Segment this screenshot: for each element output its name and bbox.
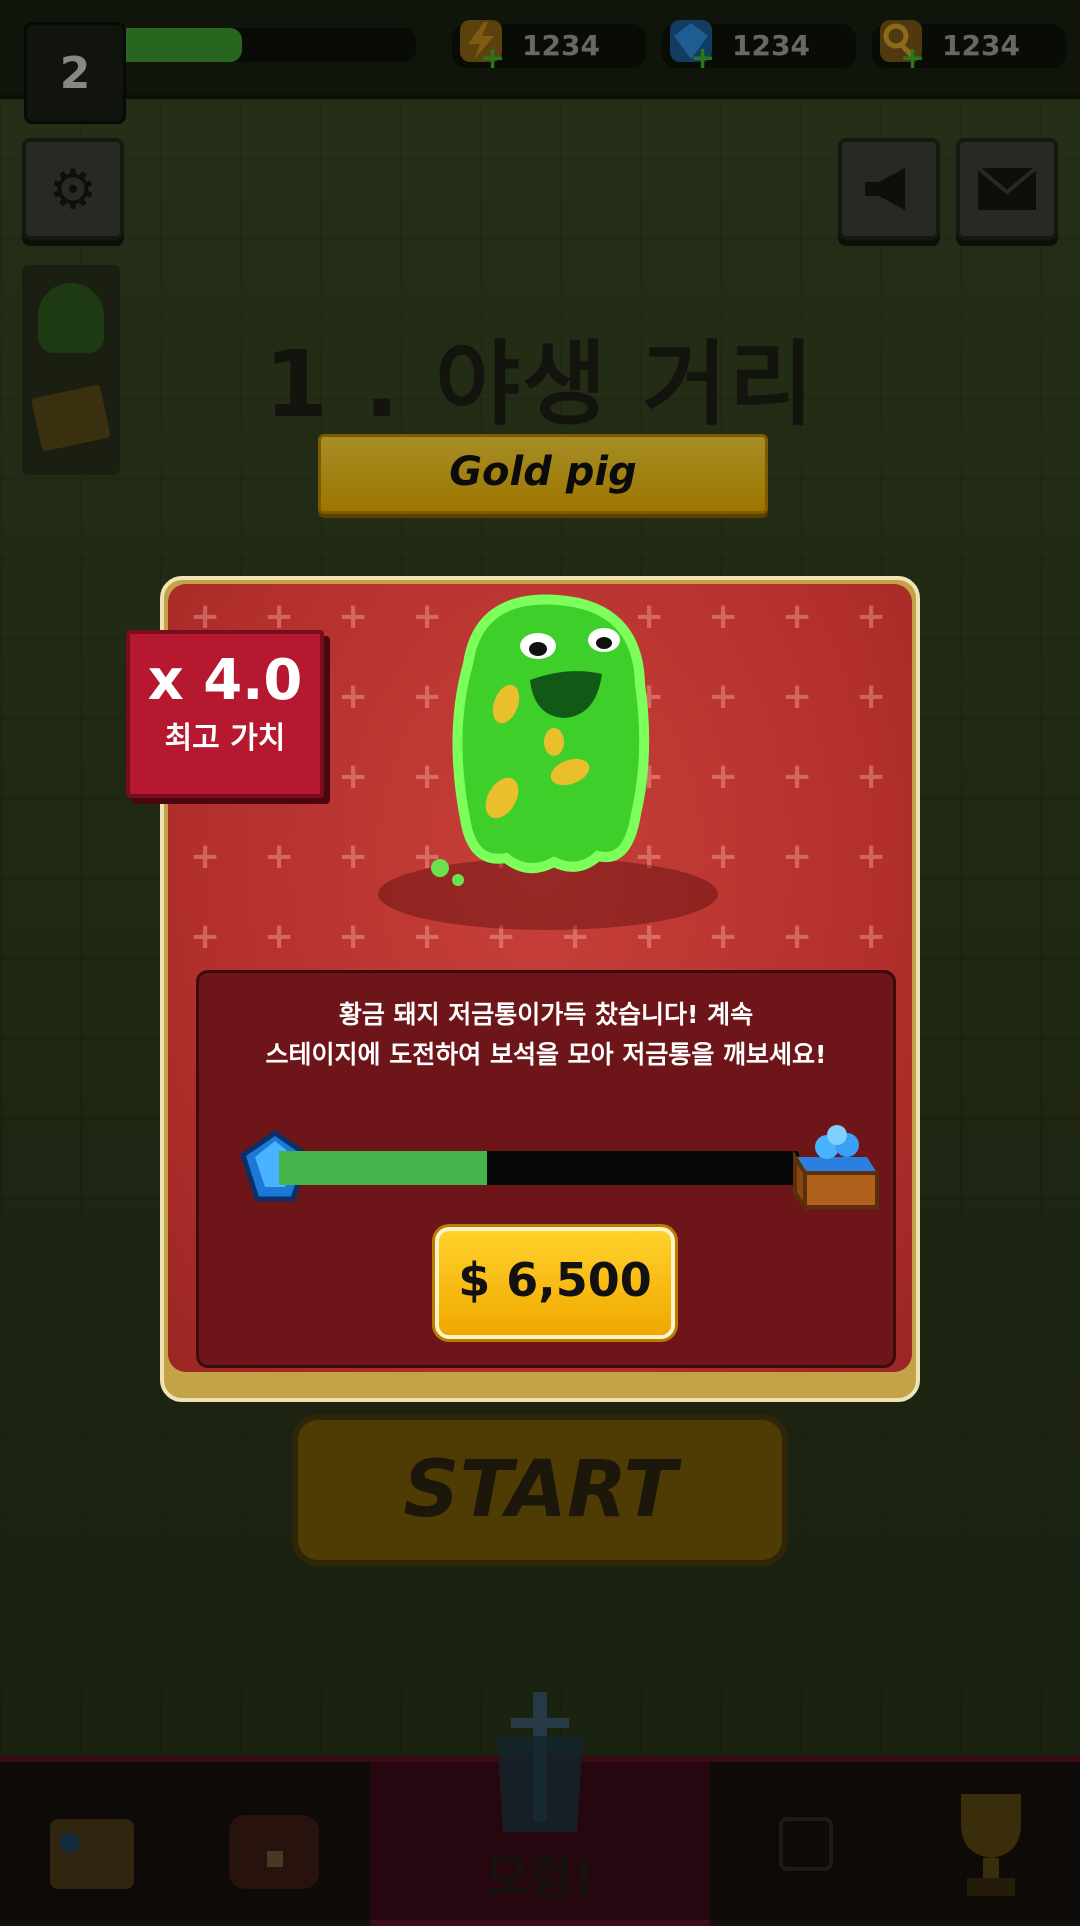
multiplier-badge: x 4.0 최고 가치 [126,630,324,798]
gem-crate-icon [793,1125,879,1213]
pattern-plus: + [264,916,295,957]
pattern-plus: + [338,596,369,637]
pattern-plus: + [782,756,813,797]
pattern-plus: + [190,916,221,957]
pattern-plus: + [190,836,221,877]
popup-message: 황금 돼지 저금통이가득 찼습니다! 계속 스테이지에 도전하여 보석을 모아 … [199,995,893,1075]
popup-message-box: 황금 돼지 저금통이가득 찼습니다! 계속 스테이지에 도전하여 보석을 모아 … [196,970,896,1368]
multiplier-label: 최고 가치 [164,721,286,756]
purchase-button[interactable]: $ 6,500 [435,1227,675,1339]
popup-message-line-2: 스테이지에 도전하여 보석을 모아 저금통을 깨보세요! [265,1040,827,1069]
pattern-plus: + [782,836,813,877]
pattern-plus: + [338,836,369,877]
gold-pig-slime-image [378,594,718,930]
multiplier-value: x 4.0 [147,648,303,713]
pattern-plus: + [856,756,887,797]
popup-message-line-1: 황금 돼지 저금통이가득 찼습니다! 계속 [338,1000,754,1029]
pattern-plus: + [782,596,813,637]
piggy-progress-fill [279,1151,487,1185]
piggy-progress-bar [279,1151,799,1185]
pattern-plus: + [338,916,369,957]
pattern-plus: + [264,836,295,877]
pattern-plus: + [782,676,813,717]
pattern-plus: + [338,676,369,717]
pattern-plus: + [782,916,813,957]
pattern-plus: + [338,756,369,797]
pattern-plus: + [856,676,887,717]
pattern-plus: + [856,596,887,637]
pattern-plus: + [856,836,887,877]
pattern-plus: + [856,916,887,957]
